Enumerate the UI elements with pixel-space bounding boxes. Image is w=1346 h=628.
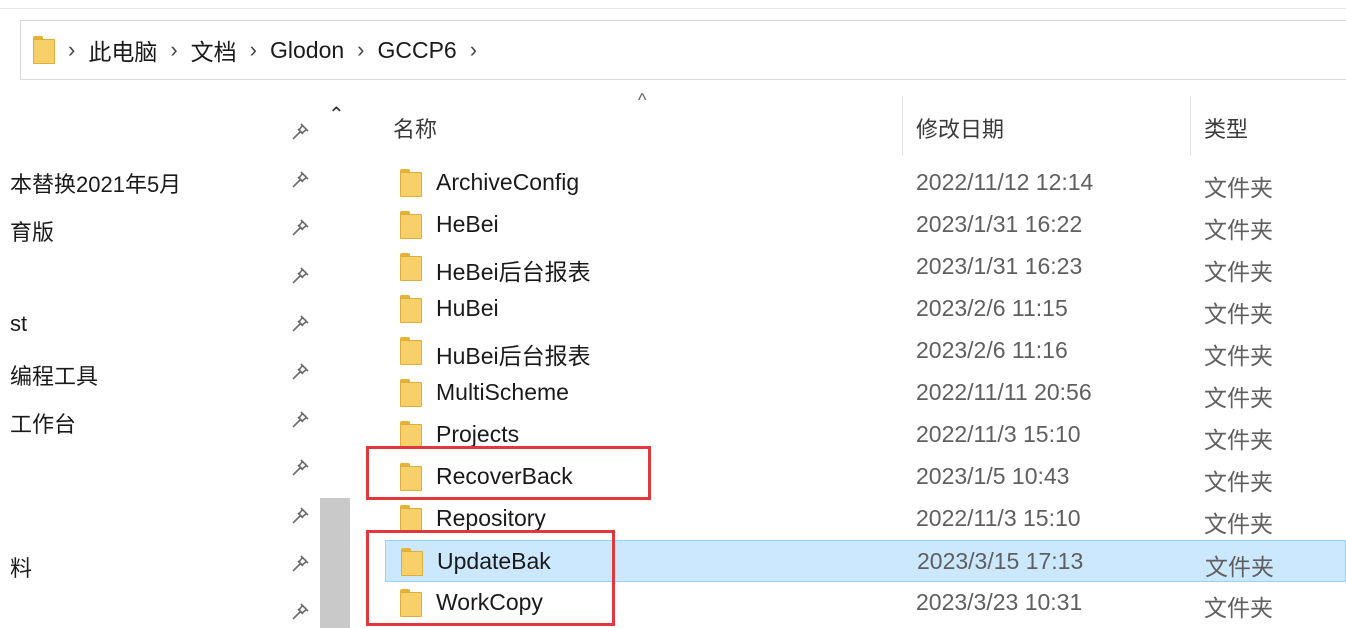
file-modified-date: 2022/11/12 12:14 bbox=[916, 169, 1094, 195]
file-name[interactable]: HeBei bbox=[436, 211, 499, 238]
breadcrumb-this-pc[interactable]: 此电脑 bbox=[88, 33, 157, 67]
pin-icon[interactable] bbox=[290, 218, 310, 238]
folder-icon bbox=[400, 169, 422, 197]
file-type: 文件夹 bbox=[1204, 217, 1273, 243]
file-modified-date: 2023/1/31 16:23 bbox=[916, 253, 1083, 279]
folder-icon bbox=[400, 421, 422, 449]
file-row[interactable]: HeBei 2023/1/31 16:22 文件夹 bbox=[385, 204, 1346, 246]
file-modified-date: 2022/11/11 20:56 bbox=[916, 379, 1092, 405]
highlight-box-recoverback bbox=[366, 446, 651, 500]
pin-icon[interactable] bbox=[290, 410, 310, 430]
folder-icon bbox=[400, 337, 422, 365]
file-modified-date: 2023/3/15 17:13 bbox=[917, 548, 1084, 574]
pin-icon[interactable] bbox=[290, 122, 310, 142]
highlight-box-updatebak-workcopy bbox=[366, 530, 615, 626]
file-name[interactable]: Repository bbox=[436, 505, 546, 532]
address-bar[interactable]: › 此电脑 › 文档 › Glodon › GCCP6 › bbox=[20, 20, 1346, 80]
file-type: 文件夹 bbox=[1204, 385, 1273, 411]
pin-icon[interactable] bbox=[290, 506, 310, 526]
column-header-date[interactable]: 修改日期 bbox=[916, 112, 1004, 144]
file-name[interactable]: HuBei后台报表 bbox=[436, 337, 591, 371]
column-divider[interactable] bbox=[902, 96, 903, 156]
nav-item-label[interactable]: 工作台 bbox=[10, 407, 76, 439]
nav-item-label[interactable]: 本替换2021年5月 bbox=[10, 167, 181, 199]
file-type: 文件夹 bbox=[1205, 554, 1274, 580]
folder-icon bbox=[400, 505, 422, 533]
file-row[interactable]: HuBei 2023/2/6 11:15 文件夹 bbox=[385, 288, 1346, 330]
file-name[interactable]: Projects bbox=[436, 421, 519, 448]
folder-icon bbox=[400, 253, 422, 281]
folder-icon bbox=[33, 36, 55, 64]
pin-icon[interactable] bbox=[290, 266, 310, 286]
file-modified-date: 2023/1/5 10:43 bbox=[916, 463, 1070, 489]
file-row[interactable]: HeBei后台报表 2023/1/31 16:23 文件夹 bbox=[385, 246, 1346, 288]
chevron-right-icon[interactable]: › bbox=[170, 39, 177, 61]
nav-item-label[interactable]: st bbox=[10, 311, 27, 337]
folder-icon bbox=[400, 295, 422, 323]
nav-scrollbar-thumb[interactable] bbox=[320, 498, 350, 628]
file-type: 文件夹 bbox=[1204, 511, 1273, 537]
file-name[interactable]: MultiScheme bbox=[436, 379, 569, 406]
pin-icon[interactable] bbox=[290, 362, 310, 382]
file-type: 文件夹 bbox=[1204, 301, 1273, 327]
breadcrumb-gccp6[interactable]: GCCP6 bbox=[377, 37, 456, 64]
file-modified-date: 2023/2/6 11:16 bbox=[916, 337, 1068, 363]
file-modified-date: 2022/11/3 15:10 bbox=[916, 505, 1081, 531]
chevron-right-icon[interactable]: › bbox=[250, 39, 257, 61]
column-divider[interactable] bbox=[1190, 96, 1191, 156]
pin-icon[interactable] bbox=[290, 458, 310, 478]
folder-icon bbox=[400, 211, 422, 239]
column-header-name[interactable]: 名称 bbox=[393, 112, 437, 144]
pin-icon[interactable] bbox=[290, 170, 310, 190]
file-type: 文件夹 bbox=[1204, 595, 1273, 621]
file-row[interactable]: ArchiveConfig 2022/11/12 12:14 文件夹 bbox=[385, 162, 1346, 204]
file-name[interactable]: ArchiveConfig bbox=[436, 169, 579, 196]
file-type: 文件夹 bbox=[1204, 469, 1273, 495]
chevron-right-icon[interactable]: › bbox=[357, 39, 364, 61]
breadcrumb-glodon[interactable]: Glodon bbox=[270, 37, 344, 64]
file-modified-date: 2023/1/31 16:22 bbox=[916, 211, 1083, 237]
breadcrumb-documents[interactable]: 文档 bbox=[191, 33, 237, 67]
nav-item-label[interactable]: 育版 bbox=[10, 215, 54, 247]
file-row[interactable]: MultiScheme 2022/11/11 20:56 文件夹 bbox=[385, 372, 1346, 414]
pin-icon[interactable] bbox=[290, 554, 310, 574]
pin-icon[interactable] bbox=[290, 602, 310, 622]
window-top-divider bbox=[0, 8, 1346, 9]
pin-icon[interactable] bbox=[290, 314, 310, 334]
file-type: 文件夹 bbox=[1204, 427, 1273, 453]
file-modified-date: 2023/2/6 11:15 bbox=[916, 295, 1068, 321]
nav-item-label[interactable]: 编程工具 bbox=[10, 359, 98, 391]
file-type: 文件夹 bbox=[1204, 175, 1273, 201]
sort-ascending-icon: ^ bbox=[638, 90, 647, 110]
file-name[interactable]: HuBei bbox=[436, 295, 499, 322]
column-header-type[interactable]: 类型 bbox=[1204, 112, 1248, 144]
file-modified-date: 2023/3/23 10:31 bbox=[916, 589, 1083, 615]
chevron-right-icon[interactable]: › bbox=[68, 39, 75, 61]
file-modified-date: 2022/11/3 15:10 bbox=[916, 421, 1081, 447]
chevron-right-icon[interactable]: › bbox=[470, 39, 477, 61]
nav-item-label[interactable]: 料 bbox=[10, 551, 32, 583]
file-type: 文件夹 bbox=[1204, 343, 1273, 369]
scroll-up-arrow-icon[interactable]: ⌃ bbox=[328, 102, 345, 127]
file-type: 文件夹 bbox=[1204, 259, 1273, 285]
folder-icon bbox=[400, 379, 422, 407]
file-row[interactable]: HuBei后台报表 2023/2/6 11:16 文件夹 bbox=[385, 330, 1346, 372]
file-name[interactable]: HeBei后台报表 bbox=[436, 253, 591, 287]
navigation-pane: ⌃ 本替换2021年5月 育版 st 编程工具工作台料 bbox=[0, 88, 350, 628]
